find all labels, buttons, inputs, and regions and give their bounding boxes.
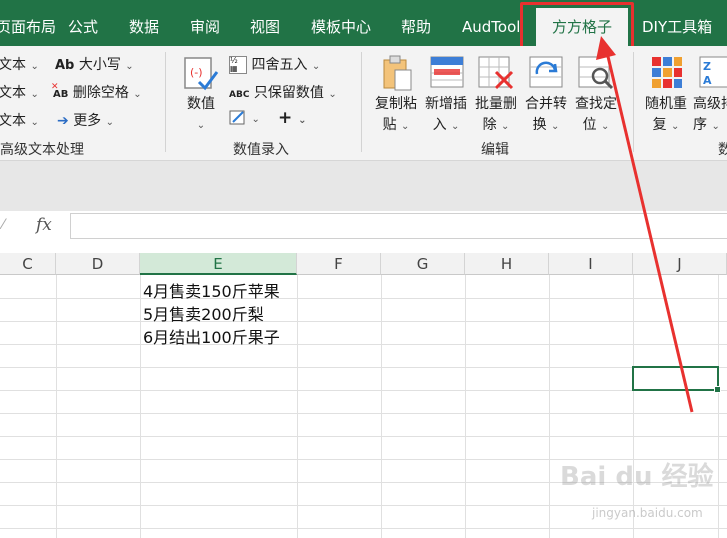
baidu-watermark-logo: Bai du 经验 [560, 462, 714, 492]
baidu-watermark-url: jingyan.baidu.com [592, 506, 703, 520]
